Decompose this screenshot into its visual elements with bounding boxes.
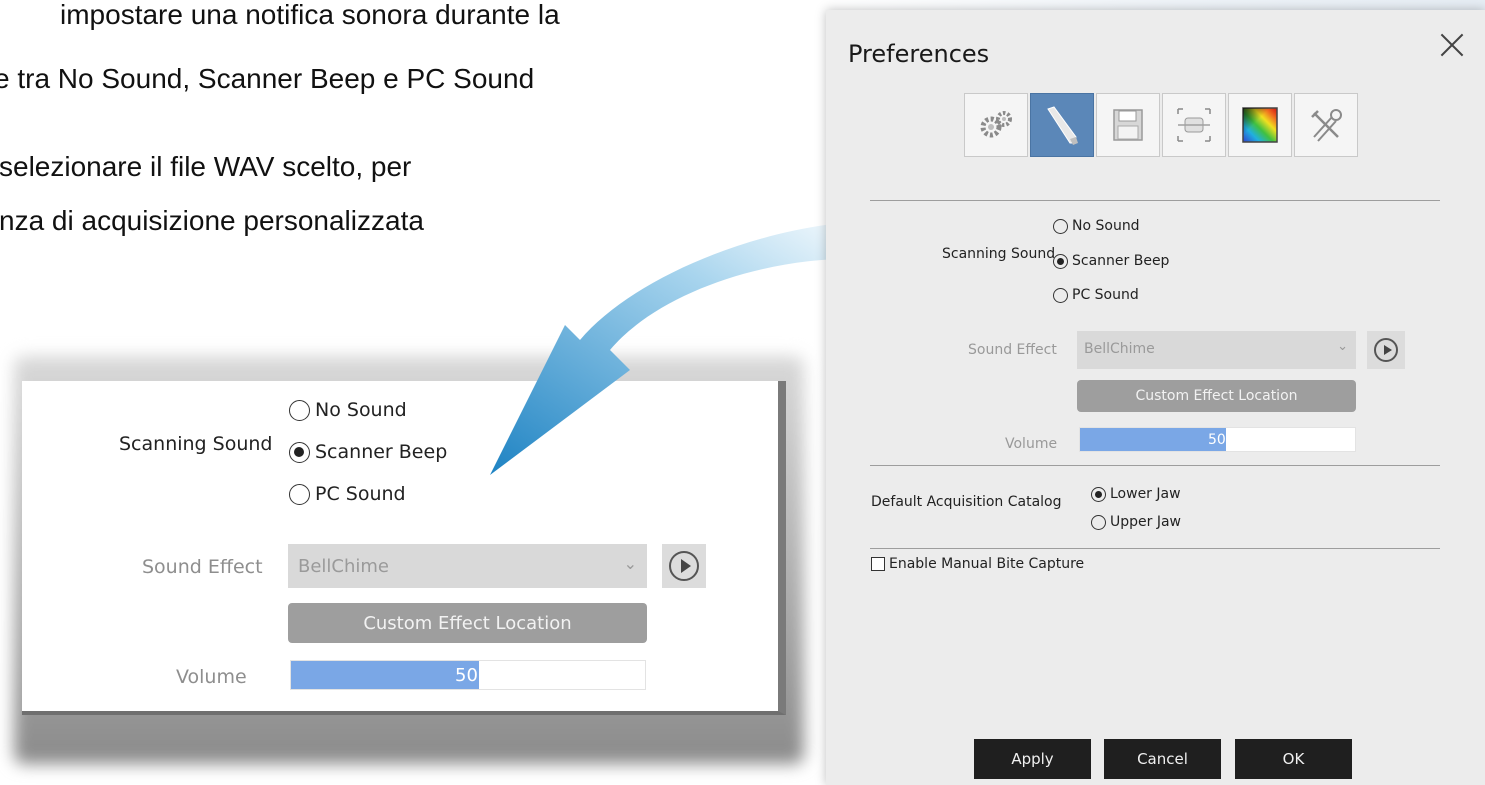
radio-label: Upper Jaw (1110, 514, 1181, 530)
cancel-button[interactable]: Cancel (1104, 739, 1221, 779)
radio-circle (289, 399, 310, 421)
radio-circle (1091, 514, 1106, 530)
radio-lower-jaw[interactable]: Lower Jaw (1091, 486, 1181, 502)
radio-circle (289, 483, 310, 505)
radio-scanner-beep[interactable]: Scanner Beep (289, 441, 447, 463)
volume-label: Volume (176, 666, 247, 688)
instruction-line-1: impostare una notifica sonora durante la (60, 0, 560, 30)
radio-circle-selected (1091, 486, 1106, 502)
scanning-sound-label: Scanning Sound (119, 433, 273, 455)
apply-button[interactable]: Apply (974, 739, 1091, 779)
radio-label: PC Sound (1072, 287, 1139, 303)
radio-label: Lower Jaw (1110, 486, 1181, 502)
tooth-scan-icon (1177, 108, 1211, 142)
tab-scan-area[interactable] (1162, 93, 1226, 157)
close-icon[interactable] (1435, 28, 1469, 62)
play-icon (669, 551, 699, 581)
separator (870, 200, 1440, 201)
floppy-disk-icon (1113, 109, 1143, 141)
radio-circle (1053, 218, 1068, 234)
ok-button[interactable]: OK (1235, 739, 1352, 779)
checkbox-label: Enable Manual Bite Capture (889, 556, 1085, 572)
radio-scanner-beep[interactable]: Scanner Beep (1053, 253, 1169, 269)
dropdown-value: BellChime (298, 556, 390, 577)
volume-label: Volume (1005, 436, 1058, 452)
dialog-title: Preferences (848, 40, 990, 68)
separator (870, 465, 1440, 466)
tab-scanning[interactable] (1030, 93, 1094, 157)
checkbox-box (871, 557, 885, 571)
volume-fill (1080, 428, 1226, 451)
play-icon (1374, 338, 1398, 362)
sound-effect-dropdown[interactable]: BellChime ⌄ (1077, 331, 1356, 369)
radio-pc-sound[interactable]: PC Sound (1053, 287, 1139, 303)
play-sound-button[interactable] (1367, 331, 1405, 369)
scanner-wand-icon (1047, 106, 1078, 145)
enable-manual-bite-checkbox[interactable]: Enable Manual Bite Capture (871, 556, 1084, 572)
radio-label: PC Sound (315, 483, 406, 505)
custom-effect-location-button[interactable]: Custom Effect Location (288, 603, 647, 643)
tab-color[interactable] (1228, 93, 1292, 157)
radio-circle-selected (1053, 253, 1068, 269)
radio-circle (1053, 287, 1068, 303)
volume-slider[interactable]: 50 (1079, 427, 1356, 452)
chevron-down-icon: ⌄ (623, 554, 637, 573)
volume-value: 50 (1208, 431, 1226, 448)
chevron-down-icon: ⌄ (1337, 339, 1348, 354)
custom-effect-location-button[interactable]: Custom Effect Location (1077, 380, 1356, 412)
color-gradient-icon (1242, 107, 1278, 143)
radio-label: Scanner Beep (315, 441, 448, 463)
radio-upper-jaw[interactable]: Upper Jaw (1091, 514, 1181, 530)
tab-tools[interactable] (1294, 93, 1358, 157)
tools-icon (1311, 109, 1342, 142)
radio-pc-sound[interactable]: PC Sound (289, 483, 406, 505)
volume-fill (291, 661, 479, 689)
tab-general[interactable] (964, 93, 1028, 157)
gears-icon (980, 111, 1012, 138)
preferences-tab-bar (964, 93, 1358, 157)
separator (870, 548, 1440, 549)
volume-slider[interactable]: 50 (290, 660, 646, 690)
radio-label: No Sound (1072, 218, 1140, 234)
tab-save[interactable] (1096, 93, 1160, 157)
instruction-line-2: e tra No Sound, Scanner Beep e PC Sound (0, 63, 535, 94)
radio-label: No Sound (315, 399, 407, 421)
radio-label: Scanner Beep (1072, 253, 1170, 269)
sound-effect-label: Sound Effect (968, 342, 1057, 358)
radio-no-sound[interactable]: No Sound (1053, 218, 1140, 234)
instruction-line-3: selezionare il file WAV scelto, per (0, 151, 412, 182)
sound-effect-label: Sound Effect (142, 556, 263, 578)
preferences-dialog: Preferences Scanning Sound No Sound Scan… (826, 10, 1485, 785)
play-sound-button[interactable] (662, 544, 706, 588)
instruction-line-4: nza di acquisizione personalizzata (0, 205, 424, 236)
scanning-sound-label: Scanning Sound (942, 246, 1056, 262)
radio-circle-selected (289, 441, 310, 463)
volume-value: 50 (455, 664, 478, 686)
dropdown-value: BellChime (1084, 341, 1155, 357)
default-catalog-label: Default Acquisition Catalog (871, 494, 1062, 510)
sound-effect-dropdown[interactable]: BellChime ⌄ (288, 544, 647, 588)
radio-no-sound[interactable]: No Sound (289, 399, 407, 421)
